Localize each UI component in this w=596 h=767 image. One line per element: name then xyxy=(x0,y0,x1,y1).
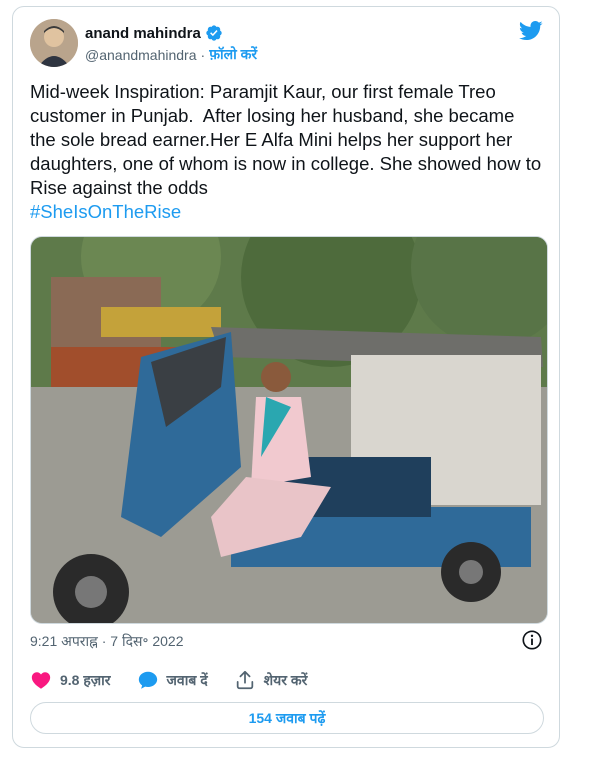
share-button[interactable]: शेयर करें xyxy=(234,669,308,691)
share-icon xyxy=(236,670,253,690)
like-button[interactable]: 9.8 हज़ार xyxy=(30,669,111,691)
display-name[interactable]: anand mahindra xyxy=(85,25,201,42)
share-label: शेयर करें xyxy=(263,671,308,688)
tweet-body: Mid-week Inspiration: Paramjit Kaur, our… xyxy=(30,81,547,198)
hashtag-link[interactable]: #SheIsOnTheRise xyxy=(30,201,181,222)
separator-dot: · xyxy=(200,46,206,63)
reply-button[interactable]: जवाब दें xyxy=(137,669,208,691)
tweet-photo[interactable] xyxy=(30,236,548,624)
verified-badge-icon xyxy=(206,25,222,41)
user-handle[interactable]: @anandmahindra xyxy=(85,47,197,63)
twitter-bird-icon[interactable] xyxy=(519,21,543,41)
like-count: 9.8 हज़ार xyxy=(60,671,111,688)
reply-bubble-icon xyxy=(138,671,157,689)
read-replies-button[interactable]: 154 जवाब पढ़ें xyxy=(30,702,544,734)
tweet-timestamp[interactable]: 9:21 अपराह्न · 7 दिस॰ 2022 xyxy=(30,632,184,651)
tweet-text-block: Mid-week Inspiration: Paramjit Kaur, our… xyxy=(30,80,545,224)
heart-icon xyxy=(31,672,51,689)
reply-label: जवाब दें xyxy=(166,671,208,688)
follow-link[interactable]: फ़ॉलो करें xyxy=(209,45,257,64)
tweet-card: anand mahindra @anandmahindra · फ़ॉलो कर… xyxy=(12,6,560,748)
avatar[interactable] xyxy=(30,19,78,67)
info-icon[interactable] xyxy=(521,629,543,651)
read-replies-label: 154 जवाब पढ़ें xyxy=(248,709,326,726)
